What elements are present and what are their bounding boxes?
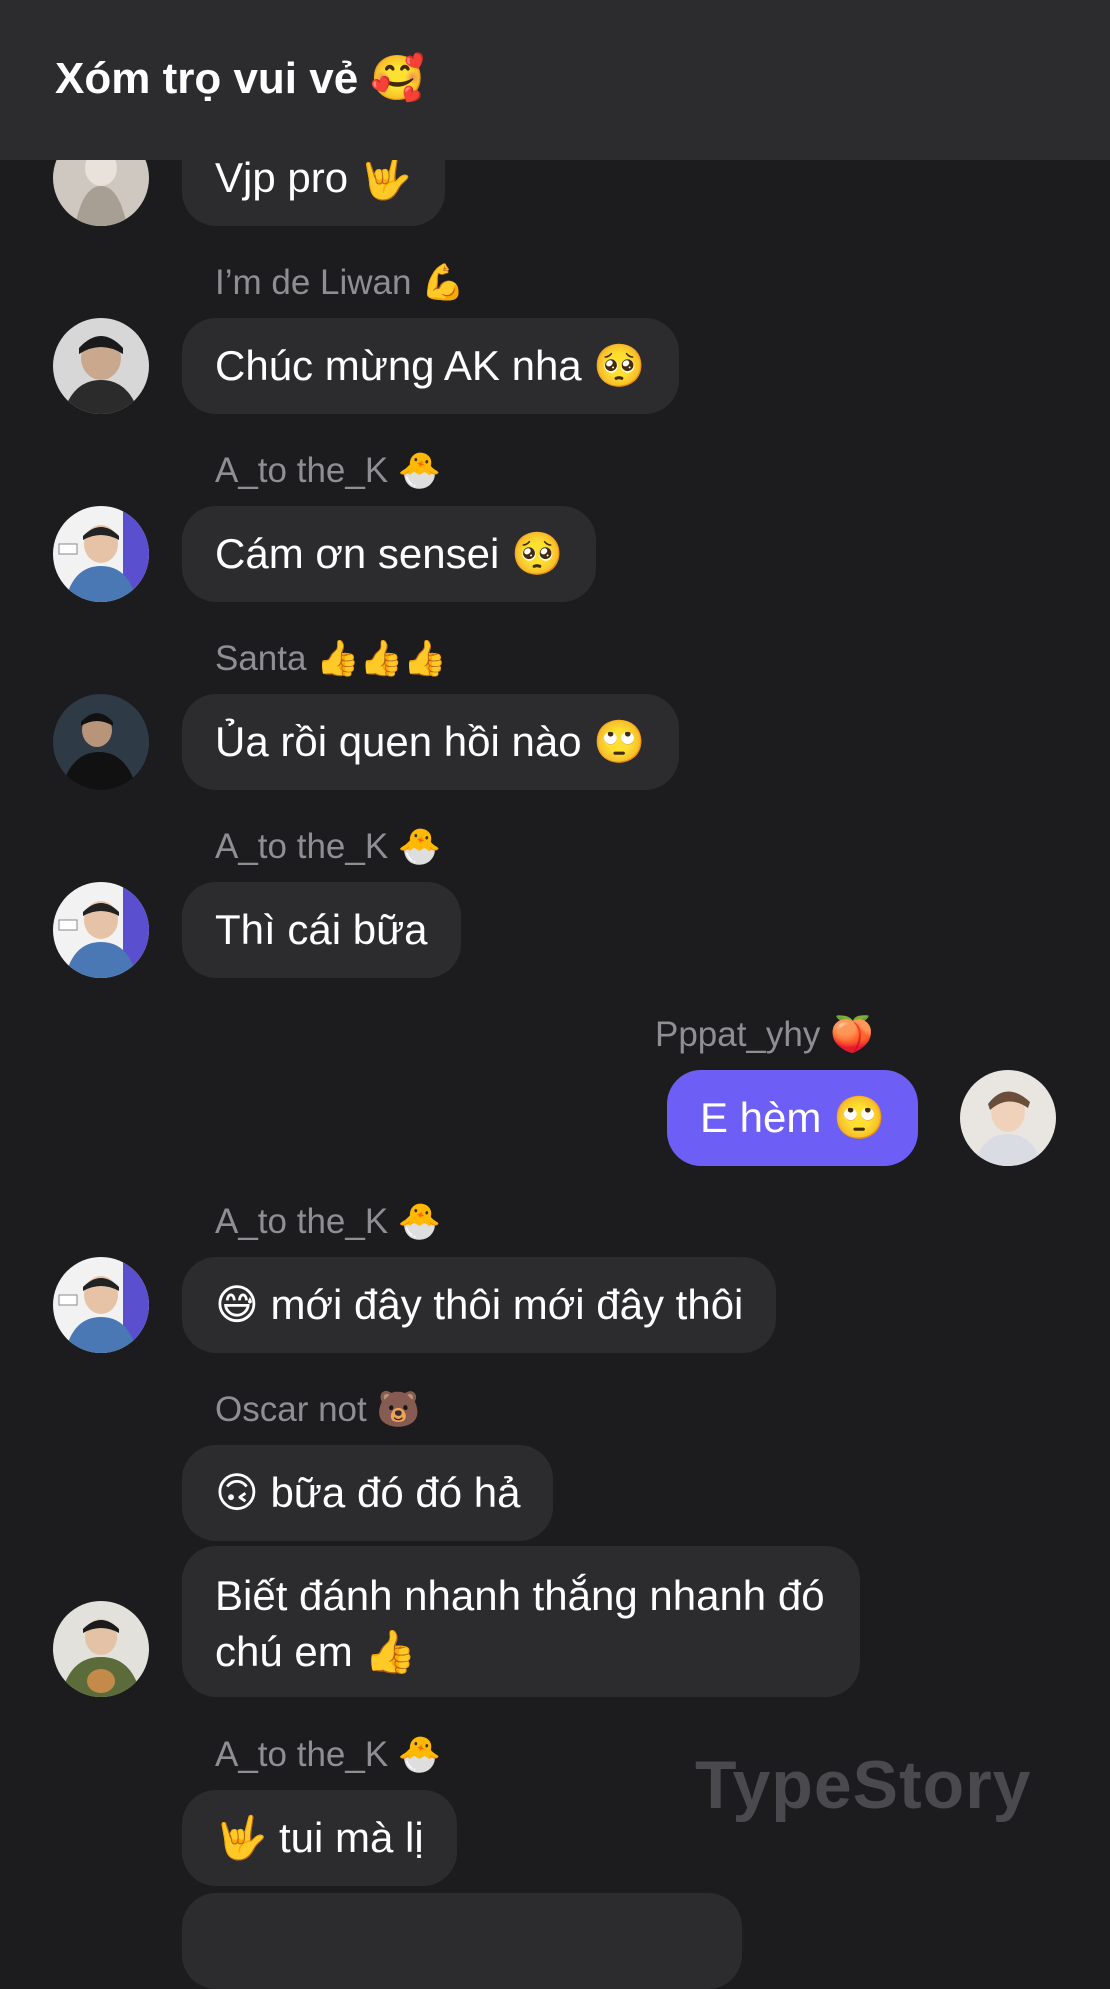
message-bubble[interactable]: 🤟 tui mà lị [182,1790,457,1886]
sender-name: A_to the_K 🐣 [215,827,442,866]
sender-name: I’m de Liwan 💪 [215,263,465,302]
sender-name: Pppat_yhy 🍑 [655,1015,874,1054]
message-bubble[interactable]: Biết đánh nhanh thắng nhanh đó chú em 👍 [182,1546,860,1697]
message-bubble[interactable]: 😅 mới đây thôi mới đây thôi [182,1257,777,1353]
sender-name: A_to the_K 🐣 [215,1202,442,1241]
sender-name: Oscar not 🐻 [215,1390,421,1429]
avatar[interactable] [53,882,149,978]
sender-name: A_to the_K 🐣 [215,1735,442,1774]
message-bubble[interactable]: Chúc mừng AK nha 🥺 [182,318,679,414]
own-message-bubble[interactable]: E hèm 🙄 [667,1070,919,1166]
sender-name: Santa 👍👍👍 [215,639,447,678]
message-bubble[interactable] [182,1893,742,1989]
avatar[interactable] [53,1601,149,1697]
avatar[interactable] [53,318,149,414]
avatar[interactable] [53,1257,149,1353]
message-bubble[interactable]: 🙃 bữa đó đó hả [182,1445,554,1541]
message-bubble[interactable]: Thì cái bữa [182,882,461,978]
chat-title[interactable]: Xóm trọ vui vẻ 🥰 [55,52,425,104]
chat-header: Xóm trọ vui vẻ 🥰 [0,0,1110,160]
watermark: TypeStory [695,1747,1032,1823]
avatar[interactable] [53,506,149,602]
sender-name: A_to the_K 🐣 [215,451,442,490]
message-bubble[interactable]: Ủa rồi quen hồi nào 🙄 [182,694,679,790]
avatar[interactable] [960,1070,1056,1166]
message-bubble[interactable]: Cám ơn sensei 🥺 [182,506,597,602]
chat-thread[interactable]: Vjp pro 🤟 I’m de Liwan 💪 Chúc mừng AK nh… [0,0,1110,1989]
avatar[interactable] [53,694,149,790]
